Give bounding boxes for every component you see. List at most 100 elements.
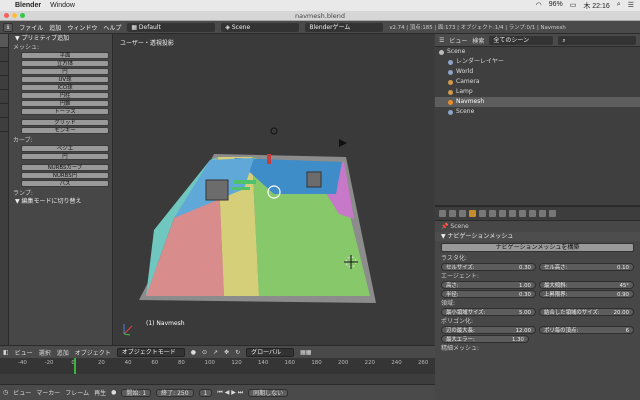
zoom-button[interactable]: [20, 13, 25, 18]
outliner-search-menu[interactable]: 検索: [472, 36, 484, 45]
lamp-icon[interactable]: [270, 127, 278, 135]
add-cone-button[interactable]: 円錐: [21, 100, 109, 107]
menu-add[interactable]: 追加: [49, 23, 61, 32]
outliner-view-menu[interactable]: ビュー: [449, 36, 467, 45]
render-engine-select[interactable]: Blenderゲーム: [305, 22, 384, 32]
constraints-tab-icon[interactable]: [499, 210, 506, 217]
menu-window[interactable]: ウィンドウ: [67, 23, 97, 32]
scene-select[interactable]: ◈ Scene: [221, 22, 300, 32]
outliner-row[interactable]: World: [435, 67, 640, 77]
add-torus-button[interactable]: トーラス: [21, 108, 109, 115]
material-tab-icon[interactable]: [529, 210, 536, 217]
menu-file[interactable]: ファイル: [19, 23, 43, 32]
add-ico-sphere-button[interactable]: ICO球: [21, 84, 109, 91]
add-curve-circle-button[interactable]: 円: [21, 153, 109, 160]
agent-radius-field[interactable]: 半径: 0.30: [441, 290, 536, 298]
verts-per-poly-field[interactable]: ポリ毎の頂点: 6: [539, 326, 634, 334]
physics-tab-icon[interactable]: [549, 210, 556, 217]
clock[interactable]: 木 22:16: [583, 1, 609, 11]
outliner-row[interactable]: レンダーレイヤー: [435, 57, 640, 67]
tab-physics[interactable]: [0, 90, 8, 104]
menu-help[interactable]: ヘルプ: [103, 23, 121, 32]
outliner-row[interactable]: Lamp: [435, 87, 640, 97]
3d-viewport[interactable]: ユーザー・透視投影 (1) Navmesh: [114, 34, 434, 345]
add-bezier-button[interactable]: ベジエ: [21, 145, 109, 152]
cell-size-field[interactable]: セルサイズ: 0.30: [441, 263, 536, 271]
render-tab-icon[interactable]: [449, 210, 456, 217]
add-cube-button[interactable]: 立方体: [21, 60, 109, 67]
search-icon[interactable]: ⌕: [617, 1, 621, 11]
app-menu[interactable]: Blender: [15, 2, 41, 9]
build-navmesh-button[interactable]: ナビゲーションメッシュを構築: [441, 243, 634, 252]
menu-add-object[interactable]: 追加: [57, 348, 69, 357]
manipulator-icon[interactable]: ↗: [213, 349, 218, 356]
translate-icon[interactable]: ✥: [224, 349, 229, 356]
scene-render[interactable]: [114, 34, 434, 345]
timeline-view-menu[interactable]: ビュー: [13, 388, 31, 397]
layer-buttons[interactable]: ▦▦: [300, 349, 311, 356]
agent-height-field[interactable]: 高さ: 1.00: [441, 281, 536, 289]
tab-pencil[interactable]: [0, 118, 8, 132]
playback-menu[interactable]: 再生: [94, 388, 106, 397]
minimize-button[interactable]: [12, 13, 17, 18]
object-tab-icon[interactable]: [489, 210, 496, 217]
start-frame-field[interactable]: 開始: 1: [121, 388, 152, 397]
outliner-search-input[interactable]: ⌕: [558, 35, 636, 45]
orientation-select[interactable]: グローバル: [246, 347, 295, 357]
render-layer-tab-icon[interactable]: [459, 210, 466, 217]
mode-select[interactable]: オブジェクトモード: [116, 347, 185, 357]
tab-animation[interactable]: [0, 76, 8, 90]
primitive-panel-header[interactable]: ▼ プリミティブ追加: [11, 34, 108, 44]
world-tab-icon[interactable]: [479, 210, 486, 217]
data-tab-icon[interactable]: [519, 210, 526, 217]
menu-object[interactable]: オブジェクト: [75, 348, 111, 357]
shading-icon[interactable]: ●: [191, 349, 196, 356]
timeline-editor-icon[interactable]: ◷: [3, 389, 8, 396]
texture-tab-icon[interactable]: [539, 210, 546, 217]
add-nurbs-circle-button[interactable]: NURBS円: [21, 172, 109, 179]
screen-layout-select[interactable]: ▦ Default: [127, 22, 216, 32]
outliner-display-select[interactable]: 全てのシーン: [489, 35, 554, 45]
outliner-row[interactable]: Camera: [435, 77, 640, 87]
add-plane-button[interactable]: 平面: [21, 52, 109, 59]
add-grid-button[interactable]: グリッド: [21, 119, 109, 126]
current-frame-indicator[interactable]: [73, 358, 76, 374]
current-frame-field[interactable]: 1: [198, 388, 213, 397]
menu-view[interactable]: ビュー: [15, 348, 33, 357]
add-monkey-button[interactable]: モンキー: [21, 127, 109, 134]
close-button[interactable]: [4, 13, 9, 18]
window-menu[interactable]: Window: [50, 2, 75, 9]
timeline-ruler[interactable]: -40-200204060801001201401601802002202402…: [0, 358, 435, 374]
mode-panel-header[interactable]: ▼ 編集モードに切り替え: [11, 197, 108, 207]
max-climb-field[interactable]: 上昇限界: 0.90: [539, 290, 634, 298]
max-slope-field[interactable]: 最大傾斜: 45°: [539, 281, 634, 289]
frame-menu[interactable]: フレーム: [65, 388, 89, 397]
info-editor-icon[interactable]: ℹ: [3, 22, 14, 32]
record-icon[interactable]: ●: [111, 389, 116, 396]
outliner-row[interactable]: Navmesh: [435, 97, 640, 107]
tab-create[interactable]: [0, 48, 8, 62]
add-circle-button[interactable]: 円: [21, 68, 109, 75]
navmesh-panel-header[interactable]: ▼ ナビゲーションメッシュ: [435, 232, 640, 241]
add-nurbs-curve-button[interactable]: NURBSカーブ: [21, 164, 109, 171]
outliner-row[interactable]: Scene: [435, 47, 640, 57]
modifiers-tab-icon[interactable]: [509, 210, 516, 217]
cell-height-field[interactable]: セル高さ: 0.10: [539, 263, 634, 271]
add-cylinder-button[interactable]: 円柱: [21, 92, 109, 99]
marker-menu[interactable]: マーカー: [36, 388, 60, 397]
3d-view-editor-icon[interactable]: ◧: [3, 349, 9, 356]
min-region-size-field[interactable]: 最小領域サイズ: 5.00: [441, 308, 536, 316]
rotate-icon[interactable]: ↻: [235, 349, 240, 356]
end-frame-field[interactable]: 終了: 250: [156, 388, 194, 397]
properties-editor-icon[interactable]: [439, 210, 446, 217]
tab-relations[interactable]: [0, 62, 8, 76]
outliner-row[interactable]: Scene: [435, 107, 640, 117]
add-path-button[interactable]: パス: [21, 180, 109, 187]
outliner-editor-icon[interactable]: ☰: [439, 37, 444, 44]
sync-select[interactable]: 同期しない: [248, 388, 289, 397]
scene-tab-icon[interactable]: [469, 210, 476, 217]
merged-region-size-field[interactable]: 結合した領域のサイズ: 20.00: [539, 308, 634, 316]
add-uv-sphere-button[interactable]: UV球: [21, 76, 109, 83]
battery-level[interactable]: 96%: [549, 1, 563, 11]
tab-grease[interactable]: [0, 104, 8, 118]
